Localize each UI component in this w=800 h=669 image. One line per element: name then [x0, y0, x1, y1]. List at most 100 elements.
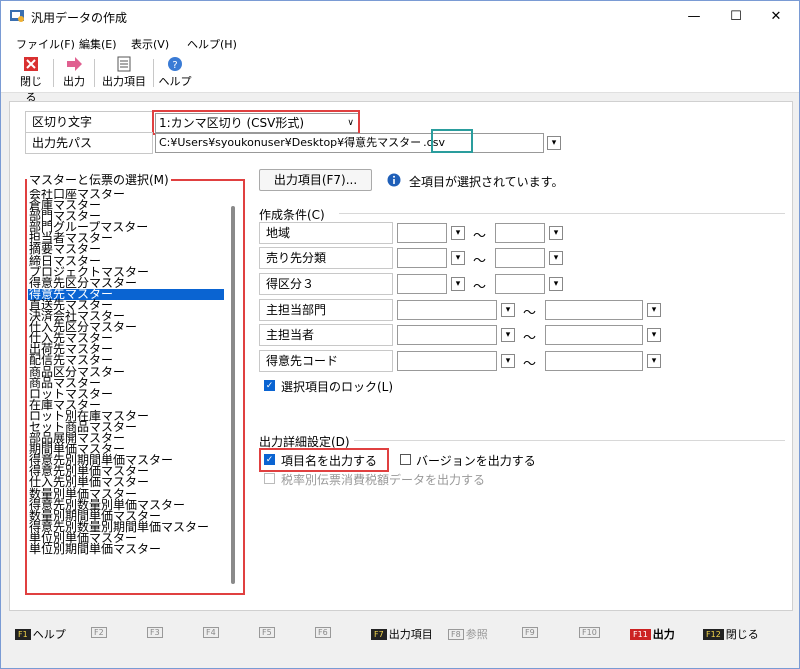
- item-name-checkbox[interactable]: ✓: [264, 454, 275, 465]
- fkey-label: 閉じる: [725, 628, 759, 641]
- fkey-label: ヘルプ: [32, 628, 66, 641]
- condition-label: 売り先分類: [259, 247, 393, 269]
- app-icon: [10, 10, 24, 22]
- condition-to-dropdown[interactable]: ▾: [549, 226, 563, 240]
- fkey-badge: F1: [15, 629, 31, 640]
- fkey-f6[interactable]: F6: [315, 626, 333, 639]
- toolbar: 閉じる 出力 出力項目 ? ヘルプ: [1, 53, 799, 104]
- lock-checkbox[interactable]: ✓: [264, 380, 275, 391]
- toolbar-output-label: 出力: [63, 75, 85, 88]
- condition-to-input[interactable]: [545, 351, 643, 371]
- conditions-title: 作成条件(C): [259, 208, 325, 222]
- toolbar-output-button[interactable]: 出力: [59, 56, 89, 90]
- fkey-f10[interactable]: F10: [579, 626, 602, 639]
- condition-to-dropdown[interactable]: ▾: [647, 328, 661, 342]
- condition-to-input[interactable]: [495, 274, 545, 294]
- fkey-badge: F4: [203, 627, 219, 638]
- fkey-f9[interactable]: F9: [522, 626, 540, 639]
- minimize-button[interactable]: —: [671, 1, 717, 33]
- condition-to-dropdown[interactable]: ▾: [549, 277, 563, 291]
- title-bar: 汎用データの作成 — ☐ ✕: [1, 1, 799, 33]
- fkey-label: 出力項目: [388, 628, 433, 641]
- condition-from-dropdown[interactable]: ▾: [501, 303, 515, 317]
- fkey-f8[interactable]: F8 参照: [448, 626, 488, 642]
- fkey-badge: F3: [147, 627, 163, 638]
- condition-to-input[interactable]: [545, 325, 643, 345]
- menu-view[interactable]: 表示(V): [131, 36, 169, 52]
- range-separator: ～: [473, 254, 487, 269]
- range-separator: ～: [473, 280, 487, 295]
- condition-from-dropdown[interactable]: ▾: [451, 277, 465, 291]
- fkey-badge: F9: [522, 627, 538, 638]
- condition-to-input[interactable]: [495, 223, 545, 243]
- arrow-right-icon: [67, 57, 82, 71]
- fkey-f11[interactable]: F11 出力: [630, 626, 675, 642]
- divider: [339, 213, 785, 214]
- toolbar-help-label: ヘルプ: [158, 75, 192, 88]
- dest-path-value: C:¥Users¥syoukonuser¥Desktop¥得意先マスター: [159, 136, 422, 149]
- list-scrollbar-thumb[interactable]: [231, 206, 235, 584]
- condition-from-input[interactable]: [397, 248, 447, 268]
- dest-path-input[interactable]: C:¥Users¥syoukonuser¥Desktop¥得意先マスター .csv: [155, 133, 544, 153]
- fkey-f4[interactable]: F4: [203, 626, 221, 639]
- divider: [354, 440, 785, 441]
- condition-from-input[interactable]: [397, 223, 447, 243]
- toolbar-separator: [94, 59, 95, 87]
- fkey-f7[interactable]: F7 出力項目: [371, 626, 433, 642]
- condition-label: 得意先コード: [259, 350, 393, 372]
- condition-to-dropdown[interactable]: ▾: [647, 354, 661, 368]
- menu-bar: ファイル(F) 編集(E) 表示(V) ヘルプ(H): [1, 33, 799, 53]
- list-item[interactable]: 単位別期間単価マスター: [28, 543, 224, 555]
- condition-from-input[interactable]: [397, 325, 497, 345]
- app-window: 汎用データの作成 — ☐ ✕ ファイル(F) 編集(E) 表示(V) ヘルプ(H…: [0, 0, 800, 669]
- tax-checkbox: [264, 473, 275, 484]
- fkey-f1[interactable]: F1 ヘルプ: [15, 626, 66, 642]
- toolbar-output-items-button[interactable]: 出力項目: [99, 56, 149, 90]
- menu-file[interactable]: ファイル(F): [16, 36, 75, 52]
- version-label: バージョンを出力する: [416, 454, 536, 468]
- toolbar-help-button[interactable]: ? ヘルプ: [158, 56, 192, 90]
- fkey-f5[interactable]: F5: [259, 626, 277, 639]
- toolbar-close-button[interactable]: 閉じる: [15, 56, 47, 104]
- condition-from-dropdown[interactable]: ▾: [501, 354, 515, 368]
- fkey-badge: F7: [371, 629, 387, 640]
- lock-label: 選択項目のロック(L): [281, 380, 394, 394]
- fkey-badge: F2: [91, 627, 107, 638]
- menu-edit[interactable]: 編集(E): [79, 36, 117, 52]
- fkey-f12[interactable]: F12 閉じる: [703, 626, 759, 642]
- range-separator: ～: [523, 357, 537, 372]
- dest-label: 出力先パス: [25, 132, 153, 154]
- condition-label: 得区分３: [259, 273, 393, 295]
- master-list[interactable]: 会社口座マスター 倉庫マスター 部門マスター 部門グループマスター 担当者マスター 摘要マ…: [28, 189, 224, 587]
- fkey-badge: F8: [448, 629, 464, 640]
- fkey-badge: F11: [630, 629, 651, 640]
- condition-from-dropdown[interactable]: ▾: [451, 251, 465, 265]
- output-items-button[interactable]: 出力項目(F7)...: [259, 169, 372, 191]
- close-window-button[interactable]: ✕: [753, 1, 799, 33]
- version-checkbox[interactable]: [400, 454, 411, 465]
- condition-to-dropdown[interactable]: ▾: [549, 251, 563, 265]
- condition-label: 主担当部門: [259, 299, 393, 321]
- toolbar-separator: [153, 59, 154, 87]
- item-name-label: 項目名を出力する: [281, 454, 378, 468]
- range-separator: ～: [523, 306, 537, 321]
- fkey-label: 出力: [652, 628, 675, 641]
- condition-from-input[interactable]: [397, 300, 497, 320]
- toolbar-separator: [53, 59, 54, 87]
- fkey-f2[interactable]: F2: [91, 626, 109, 639]
- toolbar-output-items-label: 出力項目: [102, 75, 146, 88]
- condition-to-input[interactable]: [495, 248, 545, 268]
- condition-from-input[interactable]: [397, 351, 497, 371]
- fkey-f3[interactable]: F3: [147, 626, 165, 639]
- condition-from-dropdown[interactable]: ▾: [451, 226, 465, 240]
- condition-from-dropdown[interactable]: ▾: [501, 328, 515, 342]
- help-icon: ?: [168, 57, 182, 71]
- dest-dropdown-button[interactable]: ▾: [547, 136, 561, 150]
- menu-help[interactable]: ヘルプ(H): [187, 36, 237, 52]
- dest-ext-highlight: [431, 129, 473, 153]
- condition-from-input[interactable]: [397, 274, 447, 294]
- fkey-badge: F5: [259, 627, 275, 638]
- fkey-label: 参照: [465, 628, 488, 641]
- condition-to-input[interactable]: [545, 300, 643, 320]
- condition-to-dropdown[interactable]: ▾: [647, 303, 661, 317]
